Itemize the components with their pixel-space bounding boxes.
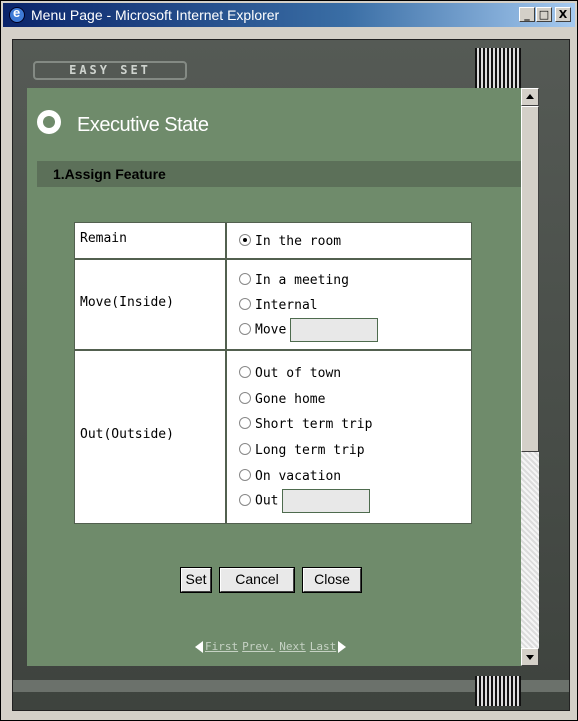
decorative-stripes-bottom [475,676,521,706]
option-in-the-room[interactable]: In the room [239,233,341,249]
pager-next-link[interactable]: Next [279,640,306,653]
radio-on-vacation[interactable] [239,469,251,481]
option-internal[interactable]: Internal [239,297,318,313]
table-divider-row2 [75,349,471,351]
radio-gone-home[interactable] [239,392,251,404]
pager: First Prev. Next Last [195,640,347,653]
move-input[interactable] [290,318,379,342]
status-form-table: Remain Move(Inside) Out(Outside) In the … [74,222,472,524]
scroll-up-icon[interactable] [521,88,539,106]
pager-last-link[interactable]: Last [310,640,337,653]
scrollbar-thumb[interactable] [521,106,539,452]
previous-arrow-icon[interactable] [195,641,203,653]
radio-in-the-room[interactable] [239,234,251,246]
radio-long-term-trip[interactable] [239,443,251,455]
minimize-button[interactable]: _ [519,7,535,22]
move-inside-label: Move(Inside) [80,295,174,310]
radio-internal[interactable] [239,298,251,310]
radio-in-a-meeting[interactable] [239,273,251,285]
next-arrow-icon[interactable] [338,641,347,653]
title-bar: Menu Page - Microsoft Internet Explorer … [3,3,575,27]
close-button[interactable]: Close [303,568,361,592]
out-input[interactable] [282,489,371,513]
cancel-button[interactable]: Cancel [220,568,294,592]
option-out[interactable]: Out [239,489,371,513]
option-in-a-meeting[interactable]: In a meeting [239,272,349,288]
window-title: Menu Page - Microsoft Internet Explorer [31,7,280,23]
section-header: 1.Assign Feature [37,161,521,187]
radio-short-term-trip[interactable] [239,417,251,429]
option-short-term-trip[interactable]: Short term trip [239,416,372,432]
executive-state-icon [37,110,61,134]
radio-out[interactable] [239,493,251,506]
option-long-term-trip[interactable]: Long term trip [239,442,365,458]
table-divider-row1 [75,258,471,260]
option-on-vacation[interactable]: On vacation [239,468,341,484]
decorative-stripes-top [475,48,521,90]
option-gone-home[interactable]: Gone home [239,391,325,407]
pager-first-link[interactable]: First [205,640,238,653]
radio-out-of-town[interactable] [239,366,251,378]
maximize-button[interactable]: □ [536,7,552,22]
option-out-of-town[interactable]: Out of town [239,365,341,381]
vertical-scrollbar[interactable] [521,88,539,666]
section-title: 1.Assign Feature [53,166,166,182]
internet-explorer-icon [9,5,25,23]
pager-prev-link[interactable]: Prev. [242,640,275,653]
close-window-button[interactable]: X [555,7,571,22]
set-button[interactable]: Set [181,568,211,592]
remain-label: Remain [80,231,127,246]
option-move[interactable]: Move [239,318,379,342]
radio-move[interactable] [239,322,251,335]
table-divider-vertical [225,223,227,523]
scroll-down-icon[interactable] [521,648,539,666]
browser-window: Menu Page - Microsoft Internet Explorer … [0,0,578,721]
out-outside-label: Out(Outside) [80,427,174,442]
easy-set-logo: EASY SET [33,61,187,80]
content-panel: Executive State 1.Assign Feature Remain … [27,88,521,666]
page-title: Executive State [77,114,209,136]
